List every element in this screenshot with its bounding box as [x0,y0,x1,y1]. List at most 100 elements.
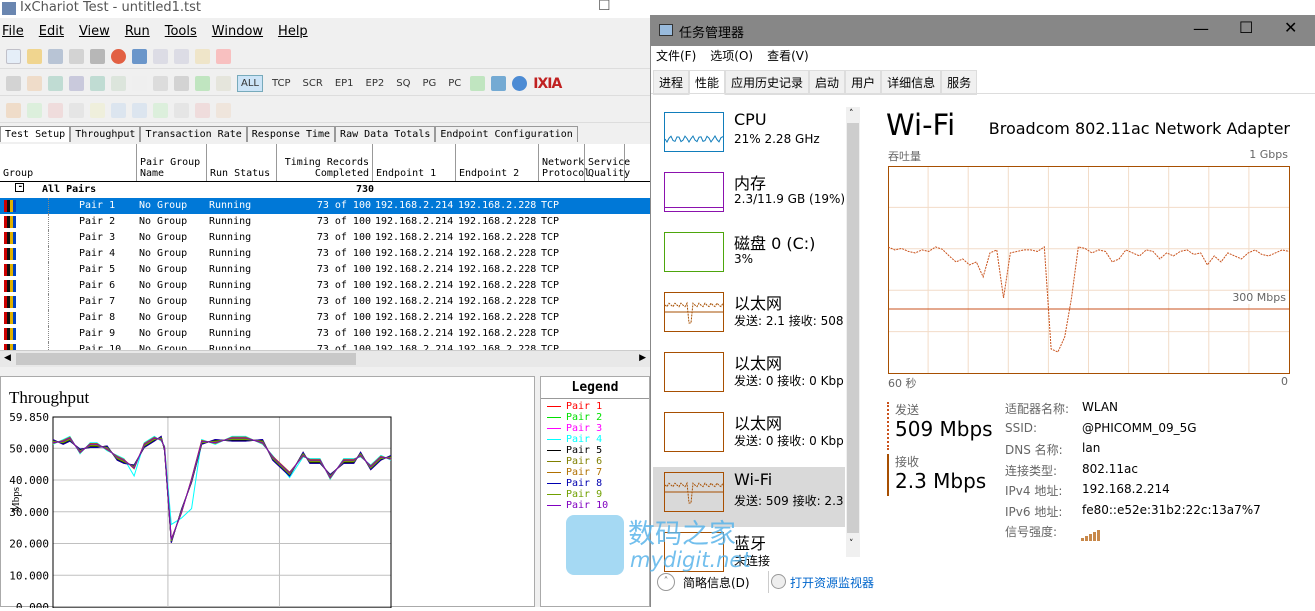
list-scrollbar[interactable]: ˄ ˅ [846,107,860,557]
run-icon[interactable] [90,49,105,64]
perf-item[interactable]: 以太网 发送: 0 接收: 0 Kbps [653,407,845,467]
tm-tab[interactable]: 用户 [845,70,882,95]
column-header[interactable]: Run Status [207,144,277,181]
perf-item[interactable]: 内存 2.3/11.9 GB (19%) [653,167,845,227]
column-header[interactable]: Endpoint 2 [456,144,539,181]
filter-ep1-button[interactable]: EP1 [332,76,357,91]
menu-run[interactable]: Run [125,24,150,42]
pair-swap-icon[interactable] [90,103,105,118]
tm-menu-item[interactable]: 文件(F) [656,47,696,64]
delete-icon[interactable] [216,49,231,64]
filter-ep2-button[interactable]: EP2 [363,76,388,91]
stop-icon[interactable] [111,49,126,64]
collapse-icon[interactable]: - [15,183,24,192]
table-row[interactable]: Pair 5 No Group Running 73 of 100 192.168.2.… [0,262,650,278]
table-row[interactable]: Pair 3 No Group Running 73 of 100 192.168.2.… [0,230,650,246]
group-find-icon[interactable] [132,103,147,118]
tm-menu-item[interactable]: 查看(V) [767,47,809,64]
maximize-icon[interactable]: ☐ [598,0,611,14]
menu-window[interactable]: Window [212,24,263,42]
tm-tab[interactable]: 启动 [809,70,846,95]
table-row[interactable]: Pair 9 No Group Running 73 of 100 192.168.2.… [0,326,650,342]
tm-tab[interactable]: 服务 [941,70,978,95]
tab-endpoint-configuration[interactable]: Endpoint Configuration [435,126,578,142]
filter-pg-button[interactable]: PG [419,76,439,91]
close-icon[interactable]: ✕ [1284,18,1297,37]
info-icon[interactable] [512,76,528,91]
tab-throughput[interactable]: Throughput [70,126,141,142]
column-header[interactable]: Service Quality [585,144,630,181]
tm-tab[interactable]: 详细信息 [881,70,942,95]
print-icon[interactable] [69,49,84,64]
maximize-icon[interactable]: ☐ [1239,18,1253,37]
group-icon[interactable] [111,103,126,118]
import-icon[interactable] [470,76,486,91]
tool-icon-1[interactable] [6,76,21,91]
pair-edit-icon[interactable] [69,103,84,118]
table-row[interactable]: Pair 4 No Group Running 73 of 100 192.168.2.… [0,246,650,262]
properties-icon[interactable] [216,103,231,118]
column-header[interactable]: Endpoint 1 [373,144,456,181]
table-row[interactable]: Pair 2 No Group Running 73 of 100 192.168.2.… [0,214,650,230]
open-icon[interactable] [27,49,42,64]
tool-icon-3[interactable] [48,76,63,91]
perf-item[interactable]: CPU 21% 2.28 GHz [653,107,845,167]
group-check-icon[interactable] [153,103,168,118]
filter-all-button[interactable]: ALL [237,75,263,92]
tm-tab[interactable]: 进程 [653,70,690,95]
minimize-icon[interactable]: — [1193,19,1209,38]
scroll-thumb[interactable] [16,353,356,365]
scroll-down-icon[interactable]: ˅ [849,539,854,549]
menu-file[interactable]: File [2,24,24,42]
menu-edit[interactable]: Edit [39,24,64,42]
table-row[interactable]: Pair 10 No Group Running 73 of 100 192.168.2… [0,342,650,350]
column-header[interactable]: Group [0,144,137,181]
cut-icon[interactable] [153,49,168,64]
scroll-up-icon[interactable]: ˄ [849,109,854,119]
filter-sq-button[interactable]: SQ [393,76,413,91]
pair-remove-icon[interactable] [48,103,63,118]
refresh-icon[interactable] [132,49,147,64]
tool-icon-6[interactable] [111,76,126,91]
table-row[interactable]: Pair 7 No Group Running 73 of 100 192.168.2.… [0,294,650,310]
table-row[interactable]: Pair 1 No Group Running 73 of 100 192.168.2.… [0,198,650,214]
pair-add-icon[interactable] [27,103,42,118]
tool-icon-5[interactable] [90,76,105,91]
table-row[interactable]: Pair 8 No Group Running 73 of 100 192.168.2.… [0,310,650,326]
filter-tcp-button[interactable]: TCP [269,76,294,91]
tab-transaction-rate[interactable]: Transaction Rate [140,126,247,142]
filter-pc-button[interactable]: PC [445,76,464,91]
copy-icon[interactable] [174,49,189,64]
pair-icon[interactable] [6,103,21,118]
fewer-details-link[interactable]: 简略信息(D) [683,574,750,591]
save-icon[interactable] [48,49,63,64]
tab-response-time[interactable]: Response Time [246,126,336,142]
menu-view[interactable]: View [79,24,110,42]
tool-icon-11[interactable] [216,76,231,91]
perf-item[interactable]: 磁盘 0 (C:) 3% [653,227,845,287]
collapse-details-icon[interactable]: ˄ [657,573,675,591]
tool-icon-10[interactable] [195,76,210,91]
tool-icon-8[interactable] [153,76,168,91]
paste-icon[interactable] [195,49,210,64]
menu-help[interactable]: Help [278,24,308,42]
perf-item[interactable]: 以太网 发送: 2.1 接收: 508 [653,287,845,347]
open-resource-monitor-link[interactable]: 打开资源监视器 [790,574,874,591]
tool-icon-9[interactable] [174,76,189,91]
tool-icon-2[interactable] [27,76,42,91]
column-header[interactable]: Network Protocol [539,144,590,181]
tm-tab[interactable]: 性能 [689,70,726,95]
group-delete-icon[interactable] [195,103,210,118]
menu-tools[interactable]: Tools [165,24,197,42]
table-row[interactable]: Pair 6 No Group Running 73 of 100 192.168.2.… [0,278,650,294]
tab-raw-data-totals[interactable]: Raw Data Totals [335,126,436,142]
ungroup-icon[interactable] [174,103,189,118]
filter-scr-button[interactable]: SCR [300,76,326,91]
column-header[interactable]: Timing Records Completed [277,144,373,181]
tm-menu-item[interactable]: 选项(O) [710,47,753,64]
tab-test-setup[interactable]: Test Setup [0,126,71,142]
tm-tab[interactable]: 应用历史记录 [725,70,810,95]
tool-icon-7[interactable] [132,76,147,91]
perf-item[interactable]: 以太网 发送: 0 接收: 0 Kbps [653,347,845,407]
export-icon[interactable] [491,76,507,91]
